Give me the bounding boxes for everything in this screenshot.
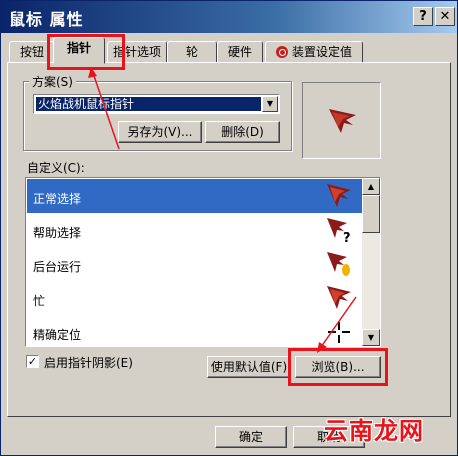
tab-label: 指针 [66, 41, 91, 55]
tab-pointers[interactable]: 指针 [53, 37, 105, 64]
mouse-properties-dialog: 鼠标 属性 ? ✕ 按钮 指针 指针选项 轮 硬件 装置设定值 方案(S) 火焰… [0, 0, 458, 456]
watermark: 云南龙网 [324, 417, 424, 445]
arrow-head-icon [88, 67, 97, 78]
annotation-arrows [88, 67, 357, 353]
arrow-head-icon [317, 342, 327, 353]
